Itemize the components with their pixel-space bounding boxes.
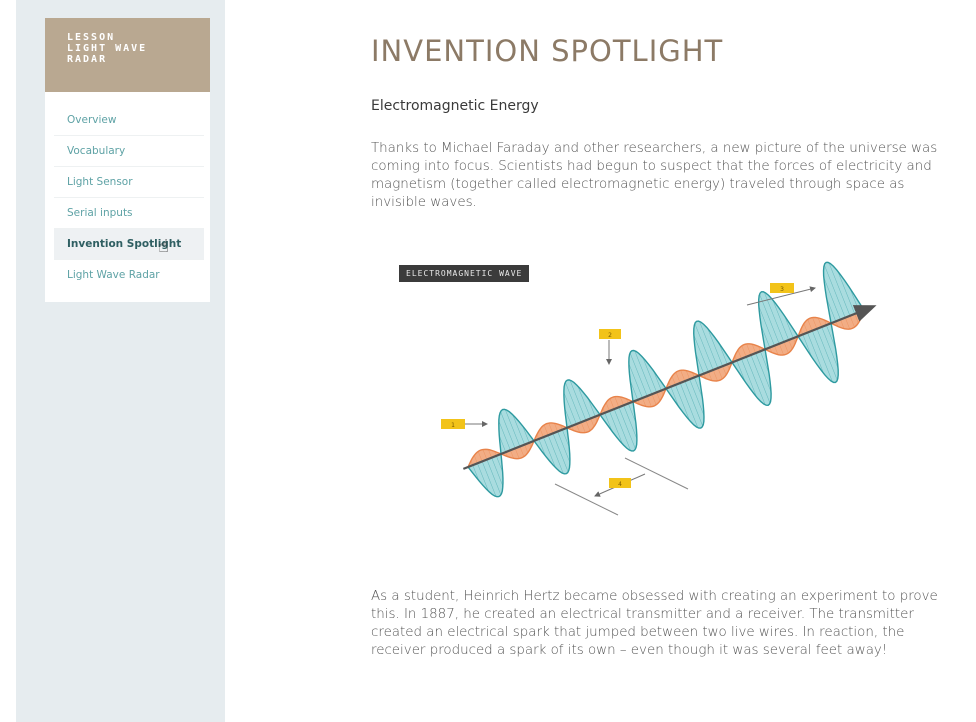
propagation-axis (462, 305, 877, 470)
nav-item-invention-spotlight[interactable]: Invention Spotlight ☝ (54, 229, 204, 260)
nav-item-serial-inputs[interactable]: Serial inputs (54, 198, 204, 229)
tag-3-label: 3 (780, 286, 784, 293)
hertz-paragraph: As a student, Heinrich Hertz became obse… (371, 589, 938, 658)
tag-1-label: 1 (451, 422, 455, 429)
hand-pointer-icon: ☝ (158, 236, 169, 257)
wavelength-line-a (554, 483, 619, 516)
wave-group (462, 261, 877, 498)
nav-item-vocabulary[interactable]: Vocabulary (54, 136, 204, 167)
nav-item-light-wave-radar[interactable]: Light Wave Radar (54, 260, 204, 290)
lesson-content: INVENTION SPOTLIGHT Electromagnetic Ener… (225, 0, 962, 722)
tag-4-label: 4 (618, 481, 622, 488)
lesson-line-3: RADAR (67, 54, 108, 65)
scroll-gutter (962, 0, 976, 722)
nav-item-light-sensor[interactable]: Light Sensor (54, 167, 204, 198)
wavelength-line-b (624, 457, 689, 490)
lesson-nav: Overview Vocabulary Light Sensor Serial … (45, 92, 210, 290)
nav-item-overview[interactable]: Overview (54, 105, 204, 136)
lesson-sidebar: LESSON LIGHT WAVE RADAR Overview Vocabul… (45, 18, 210, 302)
lesson-line-2: LIGHT WAVE (67, 43, 148, 54)
lesson-header: LESSON LIGHT WAVE RADAR (45, 18, 210, 92)
tag-2-label: 2 (608, 332, 612, 339)
lesson-line-1: LESSON (67, 32, 116, 43)
